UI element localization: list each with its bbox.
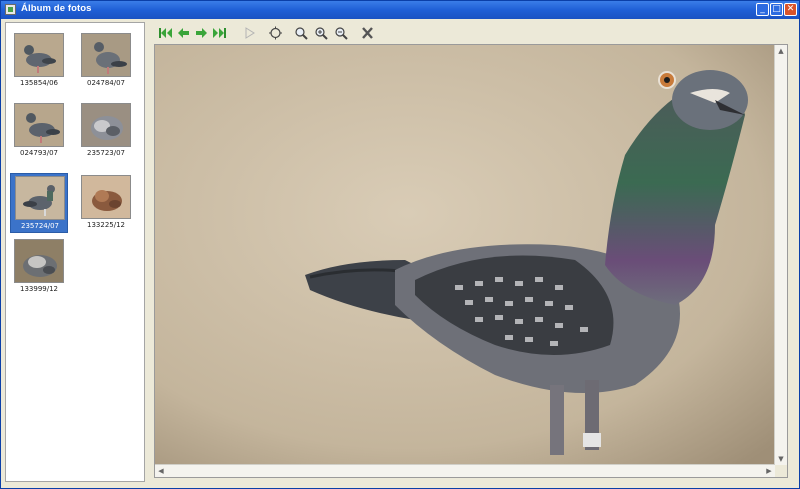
scroll-left-icon[interactable]: ◀ xyxy=(155,465,167,477)
last-icon[interactable] xyxy=(212,25,227,39)
toolbar xyxy=(148,22,796,42)
thumbnail-image xyxy=(14,103,64,147)
thumbnail-label: 235724/07 xyxy=(21,222,59,230)
close-button[interactable]: ✕ xyxy=(784,3,797,16)
previous-icon[interactable] xyxy=(176,25,191,39)
thumbnail-image xyxy=(14,33,64,77)
thumbnail-list[interactable]: 135854/06 024784/07 024793/07 235723/07 … xyxy=(5,22,145,482)
next-icon[interactable] xyxy=(194,25,209,39)
thumbnail-image xyxy=(81,103,131,147)
maximize-button[interactable]: □ xyxy=(770,3,783,16)
scroll-right-icon[interactable]: ▶ xyxy=(763,465,775,477)
first-icon[interactable] xyxy=(158,25,173,39)
zoom-in-icon[interactable] xyxy=(314,25,329,40)
photo-viewer[interactable]: ▲ ▼ ◀ ▶ xyxy=(154,44,788,478)
vertical-scrollbar[interactable]: ▲ ▼ xyxy=(774,45,787,465)
zoom-out-icon[interactable] xyxy=(334,25,349,40)
thumbnail-image xyxy=(81,175,131,219)
scrollbar-corner xyxy=(775,465,787,477)
thumbnail-label: 133225/12 xyxy=(87,221,125,229)
thumbnail-item[interactable]: 024793/07 xyxy=(10,101,68,161)
thumbnail-label: 024793/07 xyxy=(20,149,58,157)
pigeon-photo xyxy=(155,45,787,465)
thumbnail-image xyxy=(14,239,64,283)
minimize-button[interactable]: _ xyxy=(756,3,769,16)
thumbnail-label: 024784/07 xyxy=(87,79,125,87)
app-icon xyxy=(5,4,16,15)
fit-icon[interactable] xyxy=(268,25,283,40)
thumbnail-item-selected[interactable]: 235724/07 xyxy=(10,173,68,233)
thumbnail-label: 135854/06 xyxy=(20,79,58,87)
zoom-icon[interactable] xyxy=(294,25,309,40)
title-bar[interactable]: Álbum de fotos _ □ ✕ xyxy=(1,1,799,19)
thumbnail-item[interactable]: 135854/06 xyxy=(10,31,68,91)
window-title: Álbum de fotos xyxy=(21,3,92,14)
thumbnail-item[interactable]: 235723/07 xyxy=(77,101,135,161)
scroll-down-icon[interactable]: ▼ xyxy=(775,453,787,465)
horizontal-scrollbar[interactable]: ◀ ▶ xyxy=(155,464,775,477)
scroll-up-icon[interactable]: ▲ xyxy=(775,45,787,57)
album-window: Álbum de fotos _ □ ✕ 135854/06 024784/07… xyxy=(0,0,800,489)
delete-icon[interactable] xyxy=(360,25,375,39)
thumbnail-label: 235723/07 xyxy=(87,149,125,157)
thumbnail-image xyxy=(81,33,131,77)
thumbnail-label: 133999/12 xyxy=(20,285,58,293)
play-icon[interactable] xyxy=(242,25,257,39)
thumbnail-image xyxy=(15,176,65,220)
thumbnail-item[interactable]: 133999/12 xyxy=(10,237,68,297)
thumbnail-item[interactable]: 133225/12 xyxy=(77,173,135,233)
main-panel: ▲ ▼ ◀ ▶ xyxy=(148,22,796,482)
thumbnail-item[interactable]: 024784/07 xyxy=(77,31,135,91)
